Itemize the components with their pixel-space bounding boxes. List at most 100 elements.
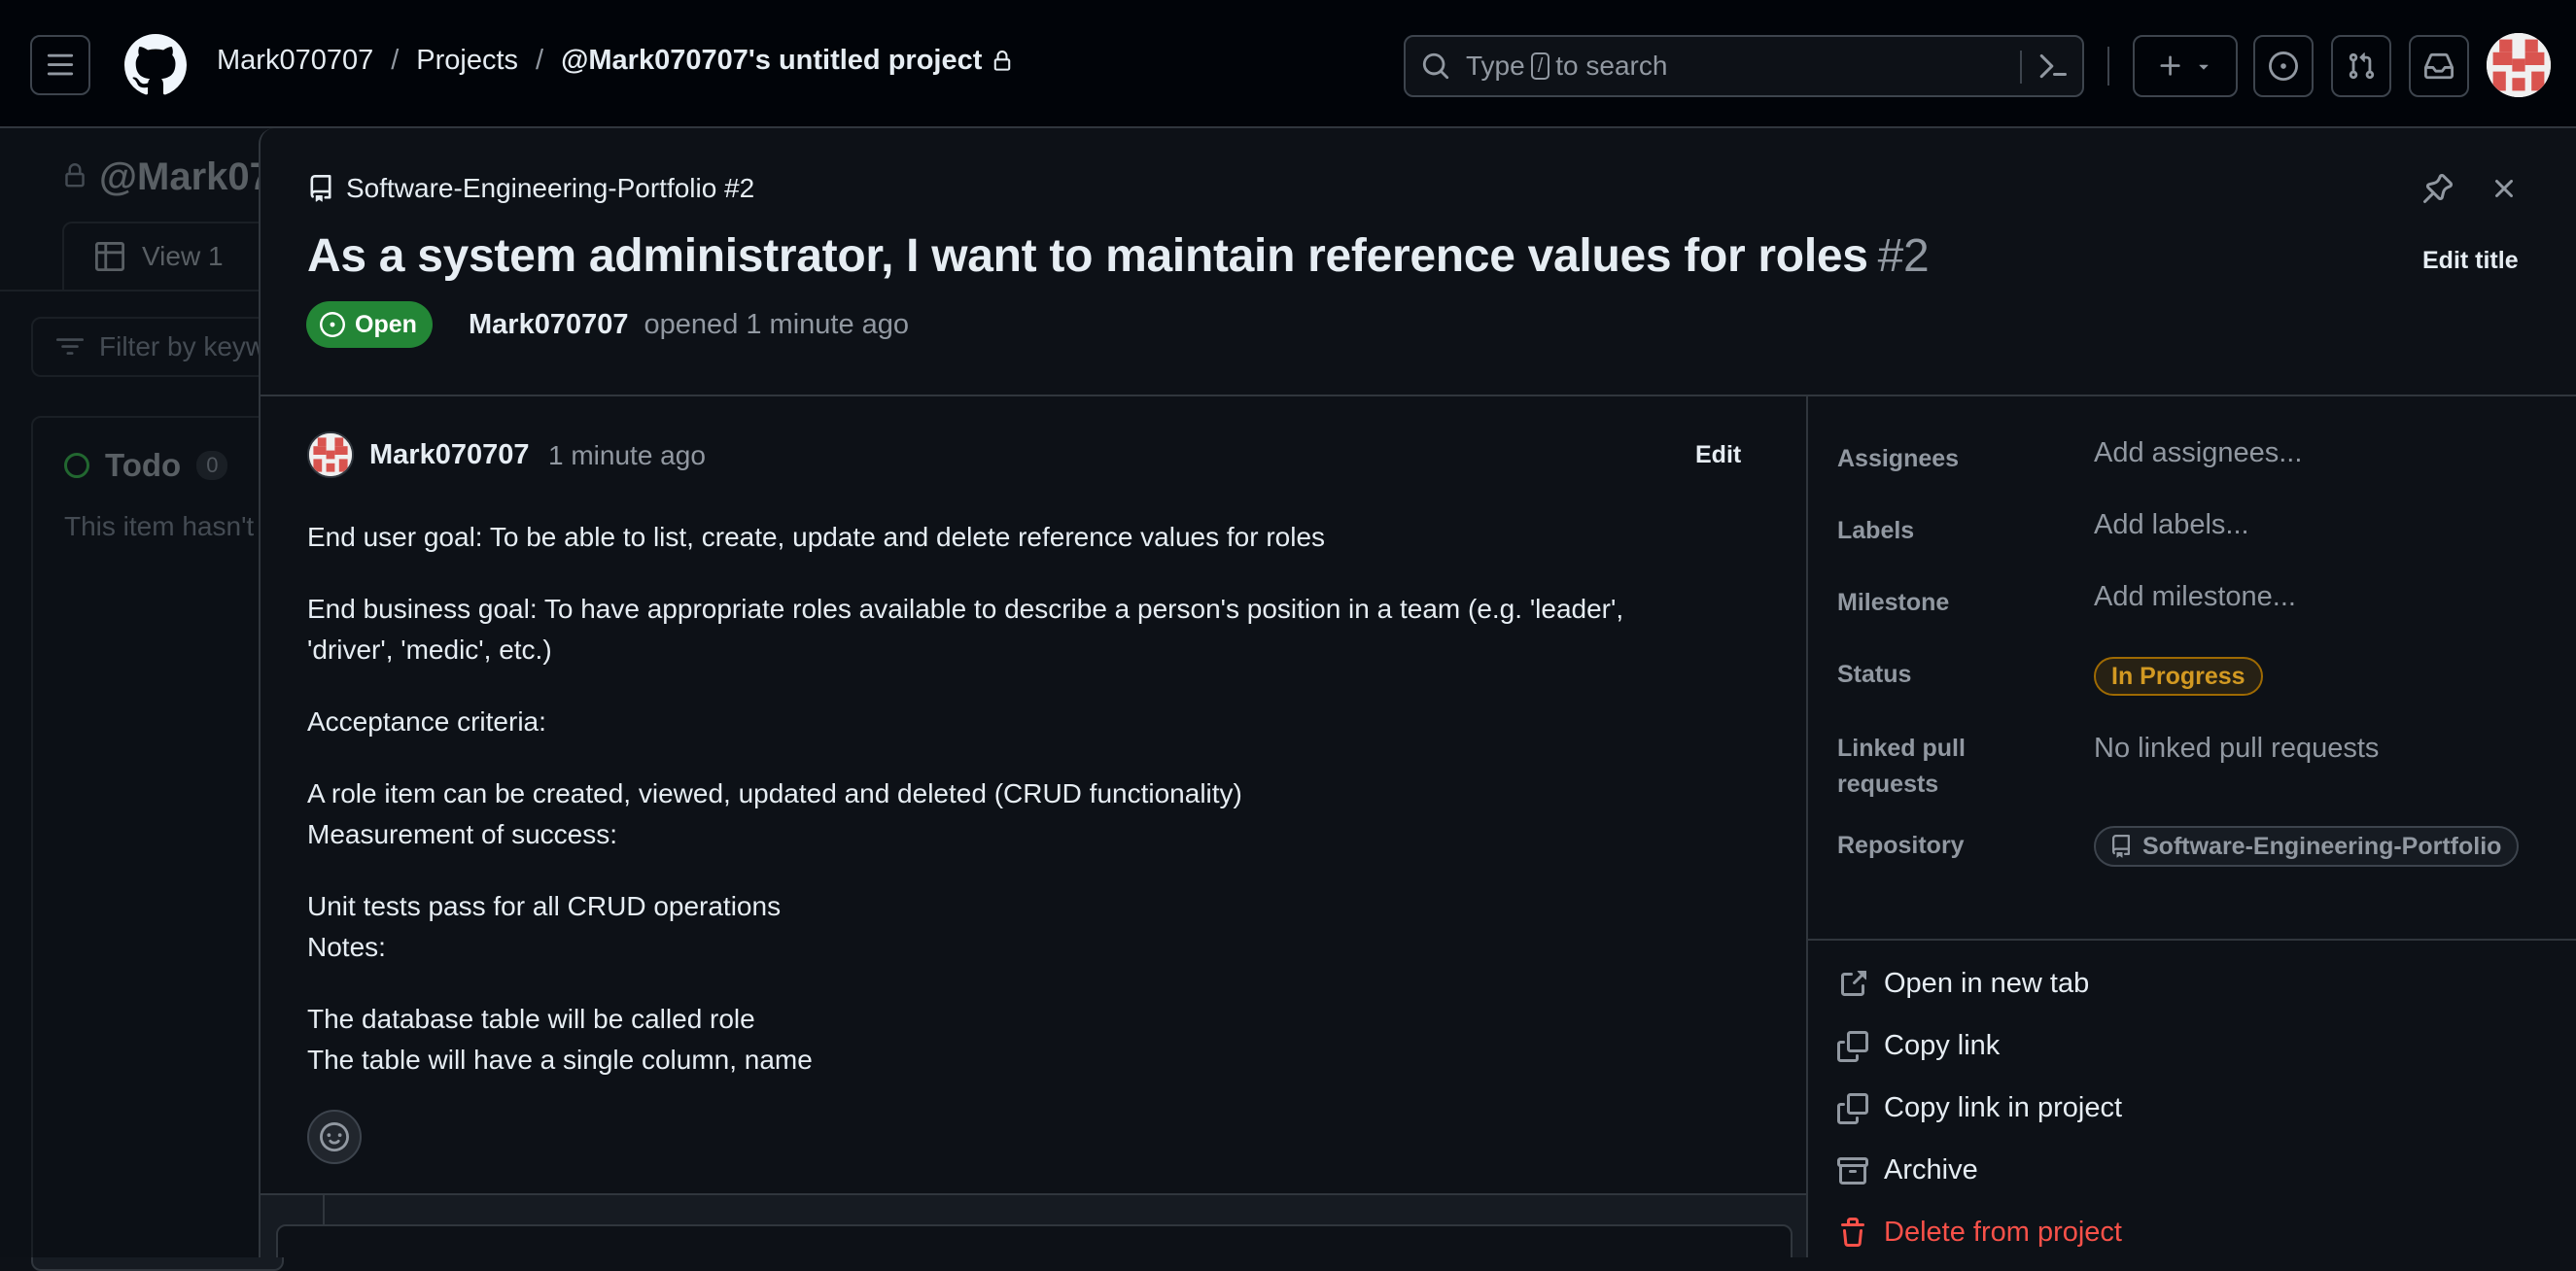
inbox-icon (2424, 52, 2454, 80)
header-divider (261, 395, 2576, 396)
archive-action[interactable]: Archive (1837, 1154, 1978, 1186)
add-reaction-button[interactable] (307, 1110, 362, 1164)
repository-link[interactable]: Software-Engineering-Portfolio (2094, 826, 2520, 867)
lock-icon (992, 50, 1013, 72)
search-prefix-text: Type (1466, 51, 1525, 81)
body-line: Notes: (307, 932, 386, 962)
breadcrumb-projects[interactable]: Projects (416, 45, 518, 77)
body-line: A role item can be created, viewed, upda… (307, 778, 1242, 808)
body-paragraph: End user goal: To be able to list, creat… (307, 517, 1688, 558)
pin-button[interactable] (2422, 173, 2454, 204)
edit-title-button[interactable]: Edit title (2422, 247, 2519, 275)
search-suffix-text: to search (1555, 51, 1668, 81)
body-line: End business goal: To have appropriate r… (307, 594, 1624, 624)
labels-label: Labels (1837, 517, 1915, 544)
issue-opened-icon (320, 312, 345, 337)
issue-title: As a system administrator, I want to mai… (307, 229, 1930, 283)
comment-author[interactable]: Mark070707 (369, 439, 529, 471)
breadcrumb-separator: / (536, 45, 544, 76)
issues-button[interactable] (2253, 35, 2314, 97)
breadcrumb: Mark070707 / Projects / @Mark070707's un… (217, 45, 1013, 77)
timeline-line (323, 1195, 325, 1224)
column-divider (1806, 396, 1808, 1257)
copy-icon (1837, 1030, 1872, 1062)
search-shortcut-key: / (1530, 52, 1550, 80)
action-label: Delete from project (1884, 1217, 2122, 1248)
action-label: Open in new tab (1884, 968, 2090, 999)
pin-icon (2423, 173, 2454, 203)
issue-state-label: Open (355, 310, 417, 338)
identicon-icon (2487, 33, 2551, 97)
trash-icon (1837, 1217, 1872, 1249)
repository-name: Software-Engineering-Portfolio (2142, 832, 2502, 860)
action-label: Archive (1884, 1154, 1978, 1185)
smiley-icon (320, 1122, 349, 1151)
body-paragraph: A role item can be created, viewed, upda… (307, 773, 1688, 855)
inbox-button[interactable] (2409, 35, 2469, 97)
git-pull-request-icon (2349, 52, 2375, 80)
archive-icon (1837, 1155, 1872, 1186)
close-icon (2495, 179, 2514, 198)
body-line: Unit tests pass for all CRUD operations (307, 891, 782, 921)
pull-requests-button[interactable] (2331, 35, 2391, 97)
breadcrumb-owner[interactable]: Mark070707 (217, 45, 373, 77)
linked-pull-requests-label: Linked pull requests (1837, 731, 1966, 803)
assignees-label: Assignees (1837, 445, 1960, 472)
search-divider (2020, 51, 2022, 84)
identicon-icon (309, 433, 352, 476)
body-paragraph: Acceptance criteria: (307, 702, 1688, 742)
copy-icon (1837, 1092, 1872, 1124)
breadcrumb-project[interactable]: @Mark070707's untitled project (561, 45, 982, 77)
comment-timestamp[interactable]: 1 minute ago (548, 440, 706, 471)
body-line: Acceptance criteria: (307, 706, 546, 737)
search-input[interactable]: Type / to search (1404, 35, 2084, 97)
issue-opened-text: opened 1 minute ago (644, 309, 910, 340)
body-line: Measurement of success: (307, 819, 618, 849)
link-external-icon (1837, 969, 1872, 1000)
labels-field[interactable]: Add labels... (2094, 509, 2249, 541)
issue-opened-icon (2269, 52, 2298, 81)
body-line: 'driver', 'medic', etc.) (307, 635, 552, 665)
action-label: Copy link (1884, 1030, 2001, 1061)
body-line: The database table will be called role (307, 1004, 755, 1034)
linked-label-line: Linked pull (1837, 735, 1966, 762)
copy-link-action[interactable]: Copy link (1837, 1030, 2000, 1062)
issue-author-link[interactable]: Mark070707 (469, 309, 628, 340)
top-navigation-bar: Mark070707 / Projects / @Mark070707's un… (0, 0, 2576, 128)
issue-side-panel: Software-Engineering-Portfolio #2 As a s… (259, 128, 2576, 1257)
issue-repo-reference[interactable]: Software-Engineering-Portfolio #2 (307, 173, 754, 204)
issue-title-text: As a system administrator, I want to mai… (307, 230, 1868, 282)
linked-pull-requests-value: No linked pull requests (2094, 733, 2380, 764)
body-paragraph: The database table will be called role T… (307, 999, 1688, 1081)
delete-from-project-action[interactable]: Delete from project (1837, 1217, 2122, 1249)
menu-button[interactable] (30, 35, 90, 95)
command-palette-icon[interactable] (2037, 51, 2069, 82)
edit-comment-button[interactable]: Edit (1695, 441, 1741, 469)
status-field[interactable]: In Progress (2094, 657, 2263, 696)
issue-number: #2 (1877, 230, 1930, 282)
triangle-down-icon (2199, 64, 2209, 70)
body-line: End user goal: To be able to list, creat… (307, 522, 1326, 552)
issue-state-badge: Open (306, 301, 433, 348)
assignees-field[interactable]: Add assignees... (2094, 437, 2302, 469)
open-in-new-tab-action[interactable]: Open in new tab (1837, 968, 2089, 1000)
repository-label: Repository (1837, 832, 1965, 859)
comment-author-avatar[interactable] (307, 431, 354, 478)
close-button[interactable] (2489, 173, 2520, 204)
create-new-button[interactable] (2133, 35, 2238, 97)
user-avatar[interactable] (2487, 33, 2551, 97)
issue-body: End user goal: To be able to list, creat… (307, 517, 1688, 1112)
comment-composer[interactable] (276, 1224, 1793, 1257)
hamburger-icon (47, 53, 74, 76)
repo-icon (307, 175, 334, 202)
overlay-backdrop[interactable] (0, 128, 262, 1257)
header-divider (2107, 47, 2109, 86)
status-label: Status (1837, 661, 1912, 688)
github-logo-icon[interactable] (124, 34, 187, 96)
breadcrumb-separator: / (391, 45, 400, 76)
issue-opened-meta: Mark070707 opened 1 minute ago (469, 309, 909, 341)
copy-link-in-project-action[interactable]: Copy link in project (1837, 1092, 2122, 1124)
body-line: The table will have a single column, nam… (307, 1045, 813, 1075)
milestone-field[interactable]: Add milestone... (2094, 581, 2296, 613)
body-paragraph: End business goal: To have appropriate r… (307, 589, 1688, 670)
